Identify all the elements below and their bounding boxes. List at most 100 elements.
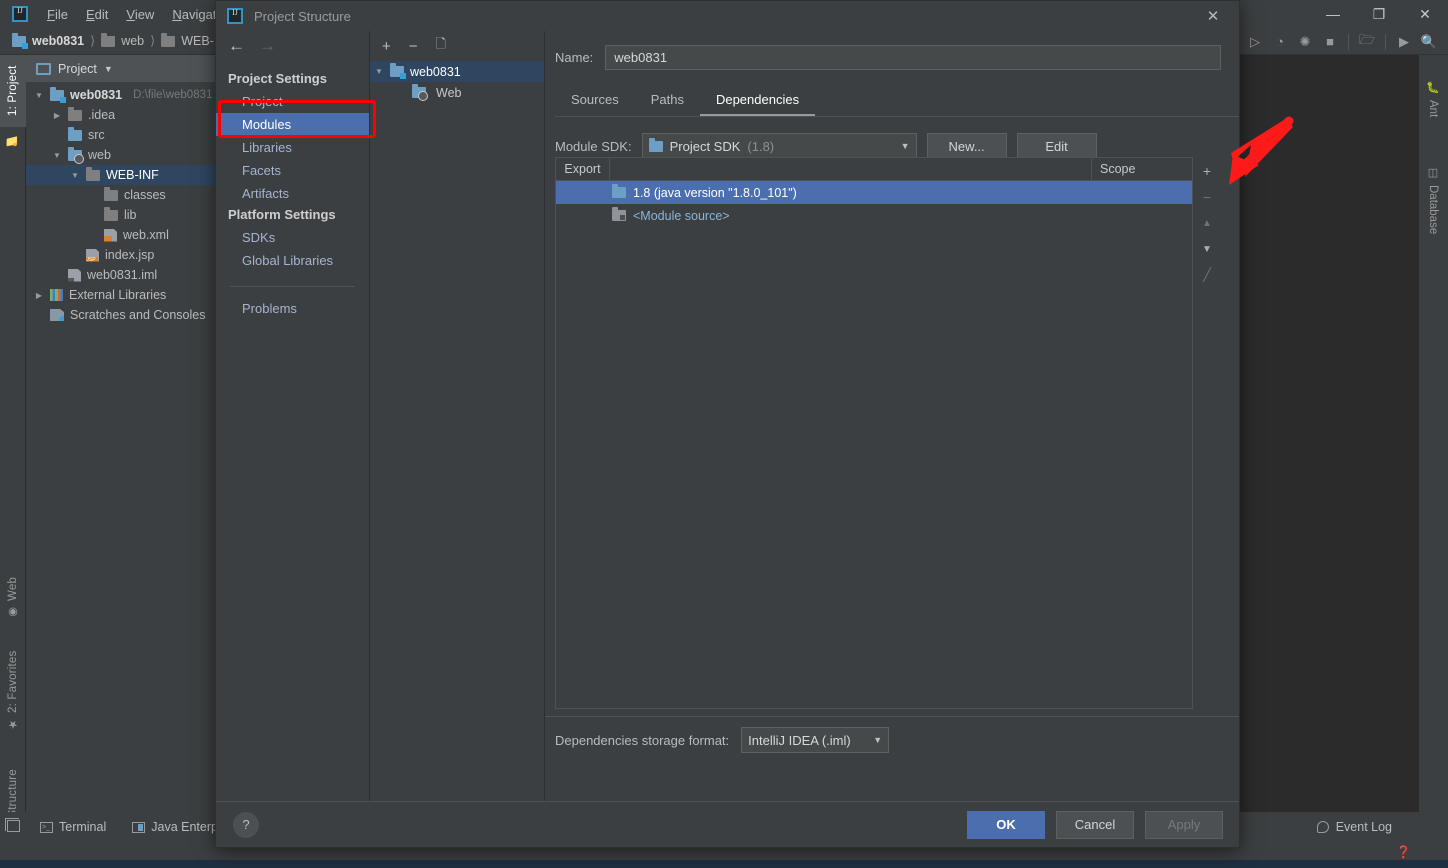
sidebar-item-project[interactable]: 1: Project (0, 55, 26, 127)
breadcrumb-separator: ⟩ (150, 33, 156, 48)
nav-item-sdks[interactable]: SDKs (216, 226, 369, 249)
copy-module-icon[interactable]: 🗋 (436, 35, 446, 57)
remove-dependency-button[interactable]: − (1193, 184, 1221, 210)
nav-item-facets[interactable]: Facets (216, 159, 369, 182)
web-folder-icon (101, 32, 116, 47)
module-tree-item-web[interactable]: Web (370, 82, 544, 103)
column-header-scope[interactable]: Scope (1092, 158, 1192, 180)
nav-back-button[interactable]: ← (228, 36, 245, 56)
module-name-input[interactable] (605, 45, 1221, 70)
chevron-down-icon[interactable]: ▼ (104, 64, 113, 74)
search-icon[interactable]: 🔍 (1418, 32, 1440, 52)
nav-forward-button[interactable]: → (259, 36, 276, 56)
tab-paths[interactable]: Paths (635, 88, 700, 116)
stop-icon[interactable]: ■ (1319, 32, 1341, 52)
chevron-down-icon[interactable]: ▼ (70, 171, 80, 180)
minimize-button[interactable]: — (1310, 0, 1356, 28)
edit-sdk-button[interactable]: Edit (1016, 133, 1097, 159)
tree-item-src[interactable]: src (26, 125, 220, 145)
chevron-right-icon[interactable]: ▶ (52, 111, 62, 120)
storage-format-select[interactable]: IntelliJ IDEA (.iml) ▼ (741, 727, 890, 753)
scratches-icon (50, 309, 64, 321)
help-button[interactable]: ? (233, 811, 259, 838)
cancel-button[interactable]: Cancel (1056, 810, 1134, 839)
edit-dependency-button[interactable]: ╱ (1193, 262, 1221, 288)
dialog-close-button[interactable]: ✕ (1191, 1, 1235, 31)
dependency-name: 1.8 (java version "1.8.0_101") (633, 185, 797, 200)
ok-button[interactable]: OK (967, 810, 1045, 839)
status-terminal[interactable]: >_ Terminal (40, 820, 106, 834)
tree-item-webinf[interactable]: ▼ WEB-INF (26, 165, 220, 185)
star-icon: ★ (7, 718, 20, 732)
breadcrumb-separator: ⟩ (90, 33, 96, 48)
breadcrumb-item-web[interactable]: web (101, 32, 144, 48)
right-tool-strip: 🐛 Ant ◫ Database (1418, 55, 1448, 812)
chevron-down-icon[interactable]: ▼ (374, 67, 384, 76)
remove-module-button[interactable]: − (409, 38, 418, 55)
project-structure-icon[interactable]: 🗁 (1356, 32, 1378, 52)
menu-edit[interactable]: Edit (77, 4, 117, 25)
chevron-down-icon[interactable]: ▼ (863, 735, 882, 745)
breadcrumb-item-web0831[interactable]: web0831 (12, 32, 84, 49)
sidebar-item-web[interactable]: ◉ Web (0, 565, 26, 631)
column-header-export[interactable]: Export (556, 158, 610, 180)
tree-item-external-libraries[interactable]: ▶ External Libraries (26, 285, 220, 305)
nav-history-buttons: ← → (216, 31, 369, 61)
run-anything-icon[interactable]: ▶ (1393, 32, 1415, 52)
sidebar-item-ant[interactable]: 🐛 Ant (1418, 65, 1448, 133)
tab-sources[interactable]: Sources (555, 88, 635, 116)
module-sdk-row: Module SDK: Project SDK (1.8) ▼ New... E… (545, 117, 1239, 159)
status-event-log[interactable]: Event Log (1316, 820, 1392, 834)
tree-item-indexjsp[interactable]: index.jsp (26, 245, 220, 265)
chevron-down-icon[interactable]: ▼ (891, 141, 910, 151)
apply-button[interactable]: Apply (1145, 810, 1223, 839)
new-sdk-button[interactable]: New... (926, 133, 1007, 159)
module-tree-item-web0831[interactable]: ▼ web0831 (370, 61, 544, 82)
toggle-toolwindows-button[interactable] (0, 812, 26, 846)
sidebar-item-database[interactable]: ◫ Database (1418, 145, 1448, 255)
tree-item-webxml[interactable]: web.xml (26, 225, 220, 245)
move-up-button[interactable]: ▲ (1193, 210, 1221, 236)
menu-file[interactable]: FFileile (38, 4, 77, 25)
project-pane-header[interactable]: Project ▼ (26, 55, 220, 82)
tree-item-label: classes (124, 188, 166, 202)
tree-item-web[interactable]: ▼ web (26, 145, 220, 165)
nav-item-libraries[interactable]: Libraries (216, 136, 369, 159)
nav-item-project[interactable]: Project (216, 90, 369, 113)
menu-view[interactable]: View (117, 4, 163, 25)
chevron-down-icon[interactable]: ▼ (52, 151, 62, 160)
close-button[interactable]: ✕ (1402, 0, 1448, 28)
tab-dependencies[interactable]: Dependencies (699, 88, 816, 116)
tree-item-web0831[interactable]: ▼ web0831 D:\file\web0831 (26, 85, 220, 105)
module-folder-icon (390, 63, 406, 79)
screen-root: FFileile Edit View Navigate — ❐ ✕ web083… (0, 0, 1448, 868)
toolbar-divider (1348, 33, 1349, 50)
tree-item-lib[interactable]: lib (26, 205, 220, 225)
nav-item-problems[interactable]: Problems (216, 297, 369, 320)
nav-item-modules[interactable]: Modules (216, 113, 369, 136)
tree-item-idea[interactable]: ▶ .idea (26, 105, 220, 125)
nav-item-artifacts[interactable]: Artifacts (216, 182, 369, 205)
nav-item-global-libraries[interactable]: Global Libraries (216, 249, 369, 272)
folder-icon (86, 166, 100, 181)
sidebar-item-favorites[interactable]: ★ 2: Favorites (0, 631, 26, 751)
move-down-button[interactable]: ▼ (1193, 236, 1221, 262)
column-header-name[interactable] (610, 158, 1092, 180)
table-row[interactable]: <Module source> (556, 204, 1192, 227)
add-module-button[interactable]: + (382, 38, 391, 55)
profile-icon[interactable]: ✺ (1294, 32, 1316, 52)
add-dependency-button[interactable]: + (1193, 158, 1221, 184)
tree-item-classes[interactable]: classes (26, 185, 220, 205)
tree-item-scratches[interactable]: Scratches and Consoles (26, 305, 220, 325)
chevron-down-icon[interactable]: ▼ (34, 91, 44, 100)
module-editor-panel: Name: Sources Paths Dependencies Module … (545, 31, 1239, 801)
module-sdk-select[interactable]: Project SDK (1.8) ▼ (641, 133, 917, 159)
chevron-right-icon[interactable]: ▶ (34, 291, 44, 300)
debug-icon[interactable]: ▷ (1244, 32, 1266, 52)
maximize-button[interactable]: ❐ (1356, 0, 1402, 28)
tree-item-iml[interactable]: web0831.iml (26, 265, 220, 285)
table-row[interactable]: 1.8 (java version "1.8.0_101") (556, 181, 1192, 204)
dependency-name: <Module source> (633, 208, 730, 223)
coverage-icon[interactable]: ◔ (1269, 32, 1291, 52)
help-settings-icon[interactable]: ❓ (1396, 845, 1412, 861)
